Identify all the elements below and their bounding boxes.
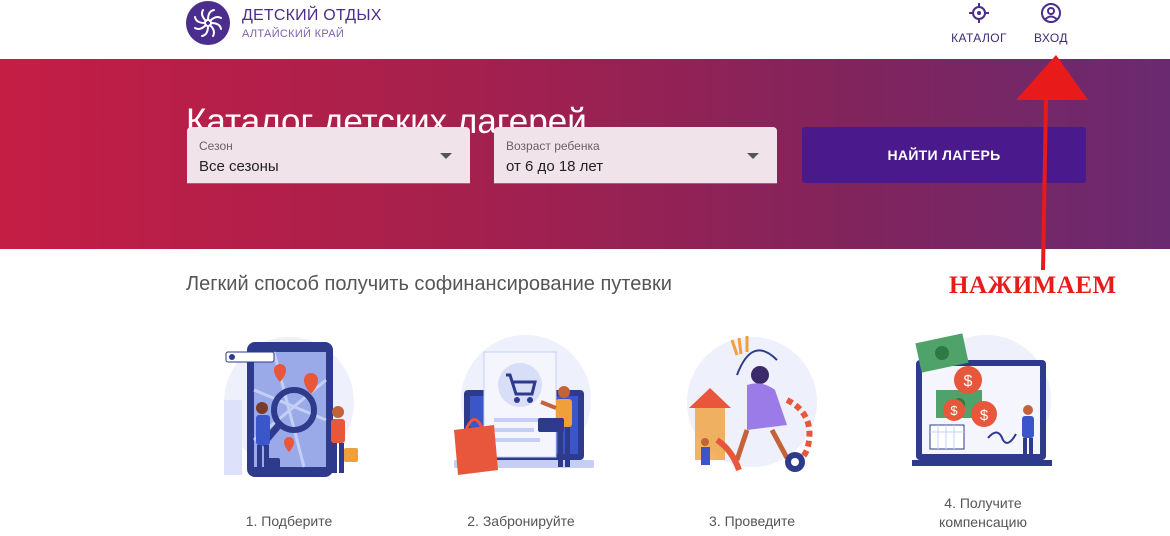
nav-catalog[interactable]: КАТАЛОГ [945,0,1013,56]
step-3-label: 3. Проведите [709,513,795,529]
step-4-label: 4. Получите компенсацию [898,494,1068,532]
step-1-illustration [214,330,364,490]
season-select-label: Сезон [199,139,233,153]
annotation-text: НАЖИМАЕМ [949,272,1117,299]
brand-title[interactable]: ДЕТСКИЙ ОТДЫХ [242,7,382,25]
step-2-illustration [446,330,596,490]
chevron-down-icon [440,153,452,159]
kids-playing-illustration-icon [687,336,817,472]
header: ДЕТСКИЙ ОТДЫХ АЛТАЙСКИЙ КРАЙ КАТАЛОГ ВХО… [0,0,1170,59]
age-select-value: от 6 до 18 лет [506,158,604,175]
step-2-label: 2. Забронируйте [467,513,575,529]
money-compensation-illustration-icon: $ $ $ [912,333,1052,466]
logo[interactable] [186,1,230,45]
age-select-label: Возраст ребенка [506,139,600,153]
step-4-label-line2: компенсацию [939,514,1027,530]
season-select[interactable]: Сезон Все сезоны [187,127,470,184]
step-4-label-line1: 4. Получите [944,495,1022,511]
age-select[interactable]: Возраст ребенка от 6 до 18 лет [494,127,777,184]
season-select-value: Все сезоны [199,158,279,175]
map-pin-compass-icon [969,3,989,23]
shopping-cart-laptop-illustration-icon [454,335,594,475]
svg-text:$: $ [964,373,973,390]
nav-catalog-label: КАТАЛОГ [951,31,1007,45]
svg-text:$: $ [980,407,989,424]
step-3-illustration [677,330,827,490]
hero-banner: Каталог детских лагерей Сезон Все сезоны… [0,59,1170,249]
search-map-illustration-icon [224,337,358,477]
flower-spiral-logo-icon [194,9,222,37]
step-4-illustration: $ $ $ [908,330,1058,490]
steps-title: Легкий способ получить софинансирование … [186,273,672,295]
nav-login[interactable]: ВХОД [1030,0,1072,56]
user-circle-icon [1041,3,1061,23]
step-1-label: 1. Подберите [245,513,333,529]
svg-text:$: $ [950,403,958,418]
chevron-down-icon [747,153,759,159]
brand-subtitle: АЛТАЙСКИЙ КРАЙ [242,28,345,40]
find-camp-button[interactable]: НАЙТИ ЛАГЕРЬ [802,127,1086,183]
nav-login-label: ВХОД [1034,31,1068,45]
